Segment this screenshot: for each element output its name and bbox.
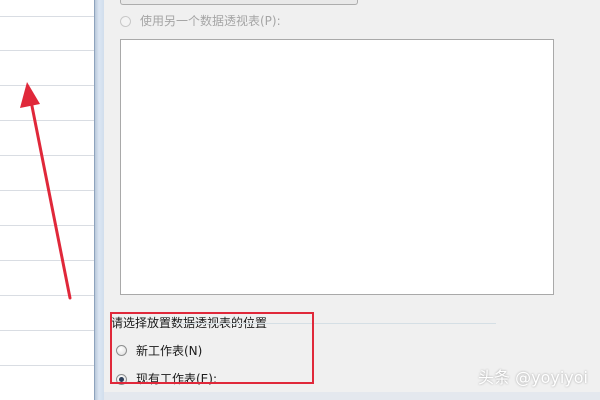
range-dropdown[interactable] (120, 0, 358, 5)
watermark-text: 头条 @yoyiyoi (478, 368, 588, 387)
use-external-pivot-radio[interactable] (120, 16, 131, 27)
pivot-source-listbox[interactable] (120, 39, 554, 295)
arrow-head (20, 82, 40, 108)
grid-row-line (0, 330, 94, 331)
new-worksheet-label[interactable]: 新工作表(N) (136, 344, 202, 358)
existing-worksheet-radio[interactable] (116, 374, 127, 385)
grid-row-line (0, 365, 94, 366)
create-pivottable-dialog: 使用另一个数据透视表(P): 请选择放置数据透视表的位置 新工作表(N) 现有工… (104, 0, 600, 400)
existing-worksheet-label[interactable]: 现有工作表(E): (136, 372, 217, 386)
dialog-bottom-strip (104, 392, 600, 400)
use-external-pivot-label: 使用另一个数据透视表(P): (140, 14, 281, 28)
new-worksheet-radio[interactable] (116, 345, 127, 356)
arrow-shaft (28, 94, 72, 300)
group-divider (176, 323, 496, 324)
